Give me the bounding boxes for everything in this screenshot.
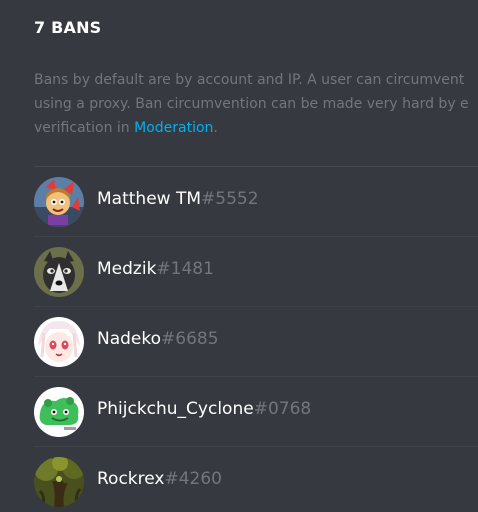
description-line-3-suffix: . (213, 120, 218, 136)
banned-user: Nadeko#6685 (97, 329, 219, 349)
description-line-2: using a proxy. Ban circumvention can be … (34, 96, 469, 112)
banned-user: Matthew TM#5552 (97, 189, 259, 209)
banned-user-discriminator: #5552 (201, 189, 259, 209)
banned-username: Nadeko (97, 329, 162, 349)
banned-user-discriminator: #4260 (164, 469, 222, 489)
banned-user: Medzik#1481 (97, 259, 214, 279)
banned-username: Rockrex (97, 469, 165, 489)
ban-list-item[interactable]: Matthew TM#5552 (34, 167, 478, 237)
banned-user: Phijckchu_Cyclone#0768 (97, 399, 311, 419)
banned-username: Medzik (97, 259, 157, 279)
forest-tree-avatar-icon (34, 457, 84, 507)
ban-list-item[interactable]: Medzik#1481 (34, 237, 478, 307)
ban-list-item[interactable]: Phijckchu_Cyclone#0768 (34, 377, 478, 447)
ban-list-item[interactable]: Rockrex#4260 (34, 447, 478, 512)
description-line-1: Bans by default are by account and IP. A… (34, 72, 465, 88)
banned-user-discriminator: #6685 (161, 329, 219, 349)
banned-username: Phijckchu_Cyclone (97, 399, 254, 419)
anime-girl-avatar-icon (34, 317, 84, 367)
banned-user: Rockrex#4260 (97, 469, 222, 489)
ban-list: Matthew TM#5552 Medzik#1481 Nadeko#6685 … (34, 167, 478, 512)
description-line-3: verification in Moderation. (34, 116, 478, 140)
banned-user-discriminator: #0768 (253, 399, 312, 419)
moderation-link[interactable]: Moderation (134, 120, 213, 136)
banned-username: Matthew TM (97, 189, 202, 209)
cartoon-character-avatar-icon (34, 177, 84, 227)
bans-count-heading: 7 BANS (34, 18, 102, 37)
banned-user-discriminator: #1481 (156, 259, 214, 279)
green-creature-avatar-icon (34, 387, 84, 437)
ban-list-item[interactable]: Nadeko#6685 (34, 307, 478, 377)
husky-dog-avatar-icon (34, 247, 84, 297)
bans-description: Bans by default are by account and IP. A… (34, 68, 478, 140)
bans-settings-panel: 7 BANS Bans by default are by account an… (0, 0, 478, 512)
description-line-3-prefix: verification in (34, 120, 135, 136)
